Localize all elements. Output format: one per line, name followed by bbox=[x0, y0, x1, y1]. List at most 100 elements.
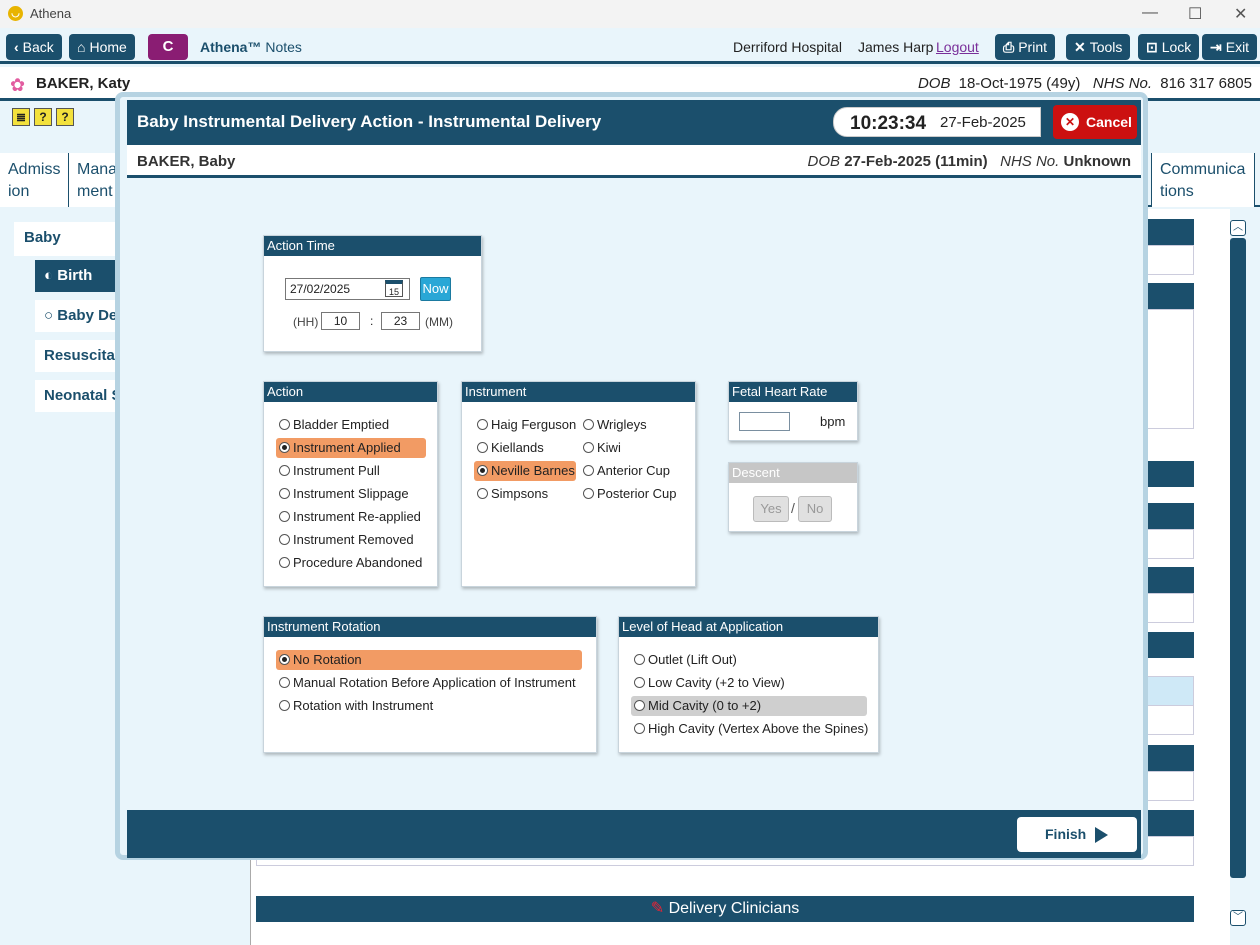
tab-admission[interactable]: Admiss ion bbox=[0, 153, 69, 207]
level-option[interactable]: Low Cavity (+2 to View) bbox=[631, 673, 867, 693]
home-button[interactable]: ⌂ Home bbox=[69, 34, 135, 60]
rotation-option[interactable]: Rotation with Instrument bbox=[276, 696, 582, 716]
lock-label: Lock bbox=[1161, 39, 1192, 55]
clock-time: 10:23:34 bbox=[850, 113, 927, 134]
hh-label: (HH) bbox=[293, 315, 319, 329]
cancel-button[interactable]: ✕ Cancel bbox=[1053, 105, 1137, 139]
rotation-option-selected[interactable]: No Rotation bbox=[276, 650, 582, 670]
descent-panel: Descent Yes / No bbox=[728, 462, 858, 532]
play-arrow-icon bbox=[1095, 827, 1108, 843]
baby-name: BAKER, Baby bbox=[137, 153, 236, 170]
delivery-clinicians-header: ✎ Delivery Clinicians bbox=[256, 896, 1194, 922]
edit-icon: ✎ bbox=[650, 900, 669, 917]
radio-icon bbox=[583, 419, 594, 430]
instrument-option-label: Neville Barnes bbox=[491, 463, 575, 478]
clock-date: 27-Feb-2025 bbox=[940, 114, 1026, 131]
tab-management[interactable]: Mana ment bbox=[69, 153, 121, 207]
descent-yes-button[interactable]: Yes bbox=[753, 496, 789, 522]
cancel-x-icon: ✕ bbox=[1061, 113, 1079, 131]
instrument-option[interactable]: Simpsons bbox=[474, 484, 576, 504]
scrollbar-thumb[interactable] bbox=[1230, 238, 1246, 878]
half-circle-icon: ◐ bbox=[44, 267, 58, 284]
patient-name: BAKER, Katy bbox=[36, 75, 131, 92]
brand-suffix: Notes bbox=[265, 39, 302, 55]
instrument-option[interactable]: Kiellands bbox=[474, 438, 576, 458]
fhr-unit: bpm bbox=[820, 414, 846, 429]
minimize-icon[interactable]: — bbox=[1142, 4, 1158, 22]
action-title: Action bbox=[264, 382, 437, 402]
nhs-label: NHS No. bbox=[1092, 75, 1153, 92]
radio-icon bbox=[279, 534, 290, 545]
tab-communications[interactable]: Communica tions bbox=[1151, 153, 1255, 207]
level-option[interactable]: Outlet (Lift Out) bbox=[631, 650, 867, 670]
level-option[interactable]: High Cavity (Vertex Above the Spines) bbox=[631, 719, 868, 739]
rotation-option[interactable]: Manual Rotation Before Application of In… bbox=[276, 673, 582, 693]
baby-banner: BAKER, Baby DOB 27-Feb-2025 (11min) NHS … bbox=[127, 145, 1141, 178]
help-icons: ≣?? bbox=[12, 108, 78, 126]
home-icon: ⌂ bbox=[77, 39, 86, 55]
action-option[interactable]: Procedure Abandoned bbox=[276, 553, 426, 573]
c-button[interactable]: C bbox=[148, 34, 188, 60]
descent-title: Descent bbox=[729, 463, 857, 483]
instrument-option[interactable]: Posterior Cup bbox=[580, 484, 690, 504]
dialog-header: Baby Instrumental Delivery Action - Inst… bbox=[127, 100, 1141, 145]
help-icon[interactable]: ? bbox=[34, 108, 52, 126]
logout-link[interactable]: Logout bbox=[936, 39, 979, 55]
chevron-up-icon[interactable]: ︿ bbox=[1230, 220, 1246, 236]
minute-input[interactable]: 23 bbox=[381, 312, 420, 330]
action-option[interactable]: Instrument Pull bbox=[276, 461, 426, 481]
back-button[interactable]: ‹ Back bbox=[6, 34, 62, 60]
maximize-icon[interactable]: ☐ bbox=[1188, 4, 1202, 24]
instrument-option[interactable]: Wrigleys bbox=[580, 415, 690, 435]
descent-no-button[interactable]: No bbox=[798, 496, 832, 522]
instrument-option[interactable]: Haig Ferguson bbox=[474, 415, 576, 435]
help-icon-2[interactable]: ? bbox=[56, 108, 74, 126]
action-option[interactable]: Instrument Re-applied bbox=[276, 507, 426, 527]
exit-button[interactable]: ⇥ Exit bbox=[1202, 34, 1258, 60]
finish-button[interactable]: Finish bbox=[1017, 817, 1137, 852]
action-time-title: Action Time bbox=[264, 236, 481, 256]
app-brand: Athena™ Notes bbox=[200, 39, 302, 55]
hour-input[interactable]: 10 bbox=[321, 312, 360, 330]
action-option[interactable]: Bladder Emptied bbox=[276, 415, 426, 435]
instrument-option[interactable]: Anterior Cup bbox=[580, 461, 690, 481]
action-option-label: Instrument Removed bbox=[293, 532, 414, 547]
dialog-footer: Finish bbox=[127, 810, 1141, 858]
chevron-down-icon[interactable]: ﹀ bbox=[1230, 910, 1246, 926]
instrument-option-selected[interactable]: Neville Barnes bbox=[474, 461, 576, 481]
radio-icon bbox=[279, 700, 290, 711]
print-button[interactable]: ⎙ Print bbox=[995, 34, 1055, 60]
radio-icon bbox=[634, 677, 645, 688]
fetal-heart-rate-panel: Fetal Heart Rate bpm bbox=[728, 381, 858, 441]
lock-button[interactable]: ⊡ Lock bbox=[1138, 34, 1200, 60]
fhr-input[interactable] bbox=[739, 412, 790, 431]
chevron-left-icon: ‹ bbox=[14, 39, 19, 55]
instrument-option-label: Anterior Cup bbox=[597, 463, 670, 478]
level-option-label: Outlet (Lift Out) bbox=[648, 652, 737, 667]
instrument-option-label: Posterior Cup bbox=[597, 486, 677, 501]
action-option[interactable]: Instrument Removed bbox=[276, 530, 426, 550]
close-window-icon[interactable]: ✕ bbox=[1234, 4, 1247, 24]
app-logo-icon: ◡ bbox=[8, 6, 23, 21]
action-option-label: Instrument Re-applied bbox=[293, 509, 421, 524]
nav-baby-details-label: Baby Det bbox=[57, 307, 123, 324]
lock-icon: ⊡ bbox=[1146, 39, 1158, 55]
action-option-label: Instrument Pull bbox=[293, 463, 380, 478]
radio-icon bbox=[583, 465, 594, 476]
radio-icon bbox=[279, 557, 290, 568]
rotation-option-label: Rotation with Instrument bbox=[293, 698, 434, 713]
scrollbar[interactable]: ︿ ﹀ bbox=[1230, 220, 1248, 926]
action-option-label: Bladder Emptied bbox=[293, 417, 390, 432]
exit-icon: ⇥ bbox=[1210, 39, 1222, 55]
brand-name: Athena™ bbox=[200, 39, 262, 55]
action-option-selected[interactable]: Instrument Applied bbox=[276, 438, 426, 458]
notes-help-icon[interactable]: ≣ bbox=[12, 108, 30, 126]
tools-button[interactable]: ✕ Tools bbox=[1066, 34, 1131, 60]
action-option[interactable]: Instrument Slippage bbox=[276, 484, 426, 504]
instrument-option[interactable]: Kiwi bbox=[580, 438, 690, 458]
calendar-icon[interactable]: 15 bbox=[385, 280, 403, 297]
level-option-hovered[interactable]: Mid Cavity (0 to +2) bbox=[631, 696, 867, 716]
action-panel: Action Bladder Emptied Instrument Applie… bbox=[263, 381, 438, 587]
user-name: James Harp bbox=[858, 39, 934, 55]
now-button[interactable]: Now bbox=[420, 277, 451, 301]
